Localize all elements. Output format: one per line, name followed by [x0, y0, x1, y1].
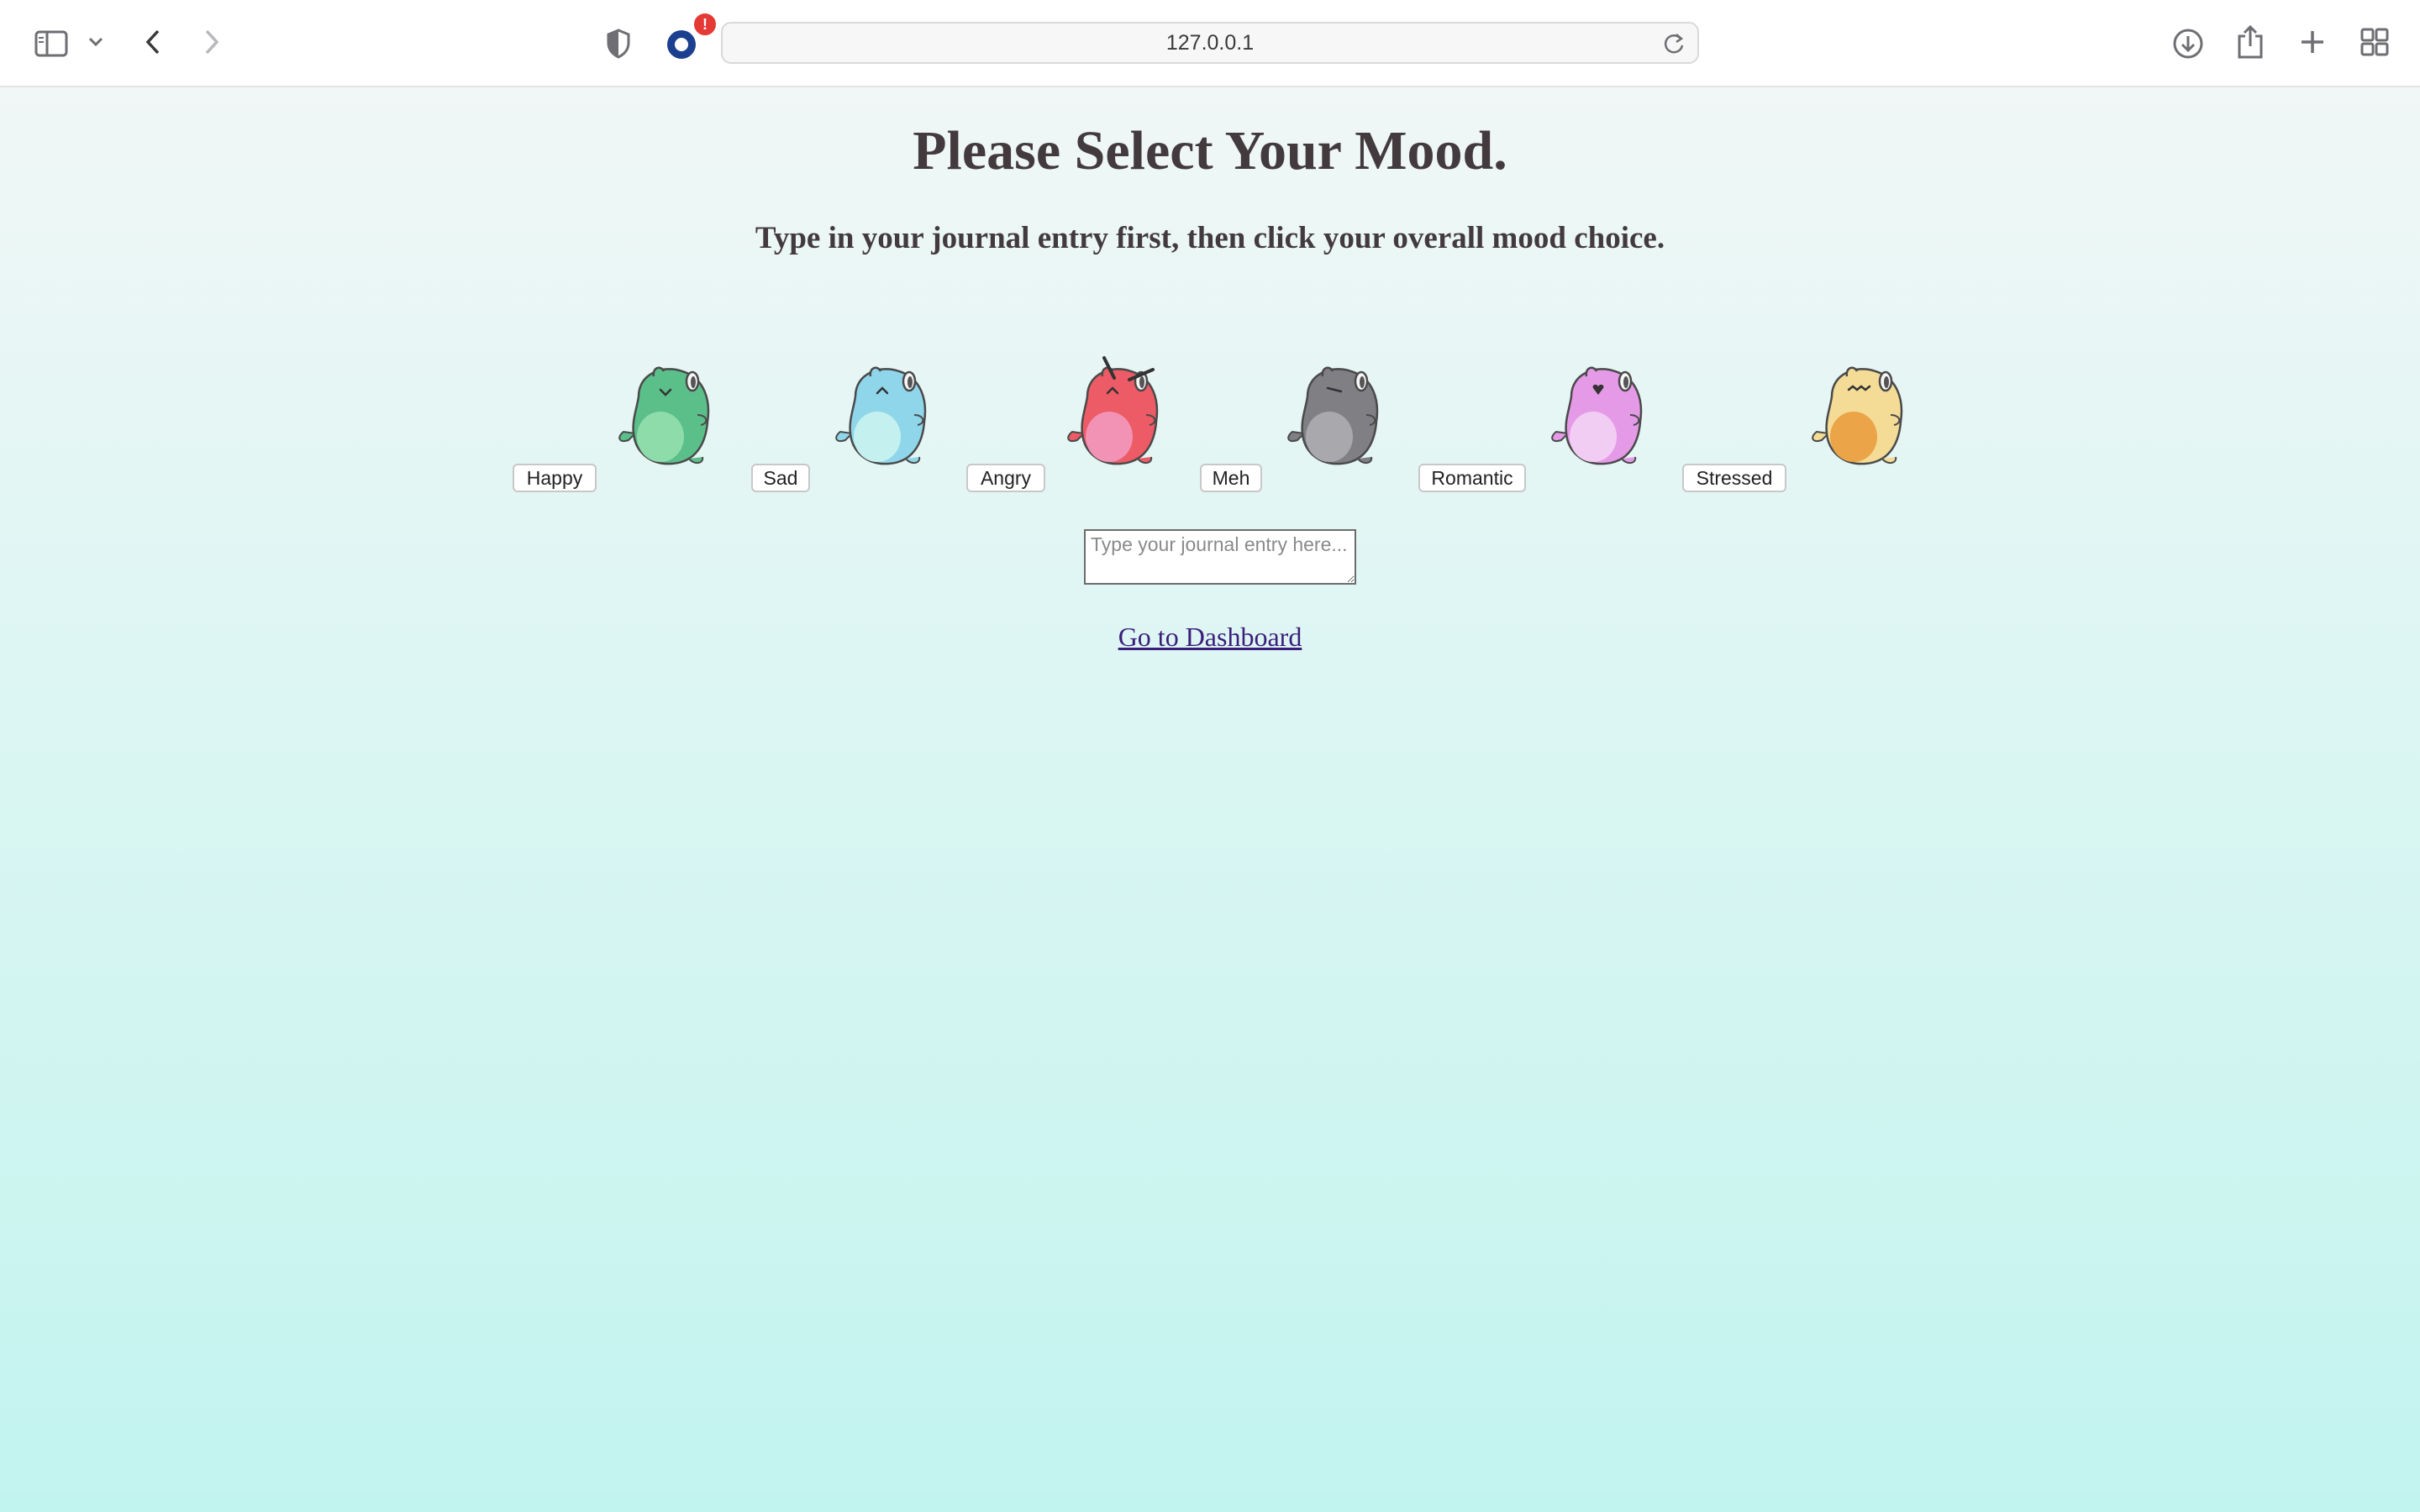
mood-button-romantic[interactable]: Romantic	[1418, 464, 1526, 492]
mood-page: Please Select Your Mood. Type in your jo…	[0, 87, 2420, 1512]
forward-icon[interactable]	[198, 25, 225, 59]
mood-button-happy[interactable]: Happy	[513, 464, 597, 492]
mood-button-angry[interactable]: Angry	[966, 464, 1045, 492]
extension-alert-badge: !	[692, 12, 718, 37]
dashboard-link-container: Go to Dashboard	[0, 622, 2420, 653]
mood-button-sad[interactable]: Sad	[751, 464, 810, 492]
browser-toolbar: ! 127.0.0.1	[0, 0, 2420, 87]
stressed-creature-icon[interactable]	[1807, 356, 1916, 469]
reload-icon[interactable]	[1662, 32, 1686, 55]
url-text: 127.0.0.1	[1165, 30, 1255, 55]
happy-creature-icon[interactable]	[613, 356, 723, 469]
share-icon[interactable]	[2233, 22, 2267, 62]
mood-button-meh[interactable]: Meh	[1200, 464, 1262, 492]
sidebar-toggle-icon[interactable]	[32, 27, 71, 60]
angry-creature-icon[interactable]	[1062, 356, 1171, 469]
tab-overview-icon[interactable]	[2358, 25, 2391, 59]
address-bar[interactable]: 127.0.0.1	[721, 22, 1699, 64]
chevron-down-icon[interactable]	[86, 32, 106, 52]
downloads-icon[interactable]	[2171, 25, 2205, 62]
back-icon[interactable]	[139, 25, 166, 59]
page-title: Please Select Your Mood.	[913, 120, 1507, 181]
journal-entry-input[interactable]	[1084, 529, 1356, 585]
sad-creature-icon[interactable]	[830, 356, 939, 469]
privacy-shield-icon[interactable]	[603, 27, 634, 60]
meh-creature-icon[interactable]	[1282, 356, 1392, 469]
page-subtitle: Type in your journal entry first, then c…	[755, 221, 1665, 255]
new-tab-icon[interactable]	[2296, 25, 2329, 59]
go-to-dashboard-link[interactable]: Go to Dashboard	[1118, 622, 1302, 652]
romantic-creature-icon[interactable]	[1546, 356, 1655, 469]
mood-button-stressed[interactable]: Stressed	[1682, 464, 1786, 492]
